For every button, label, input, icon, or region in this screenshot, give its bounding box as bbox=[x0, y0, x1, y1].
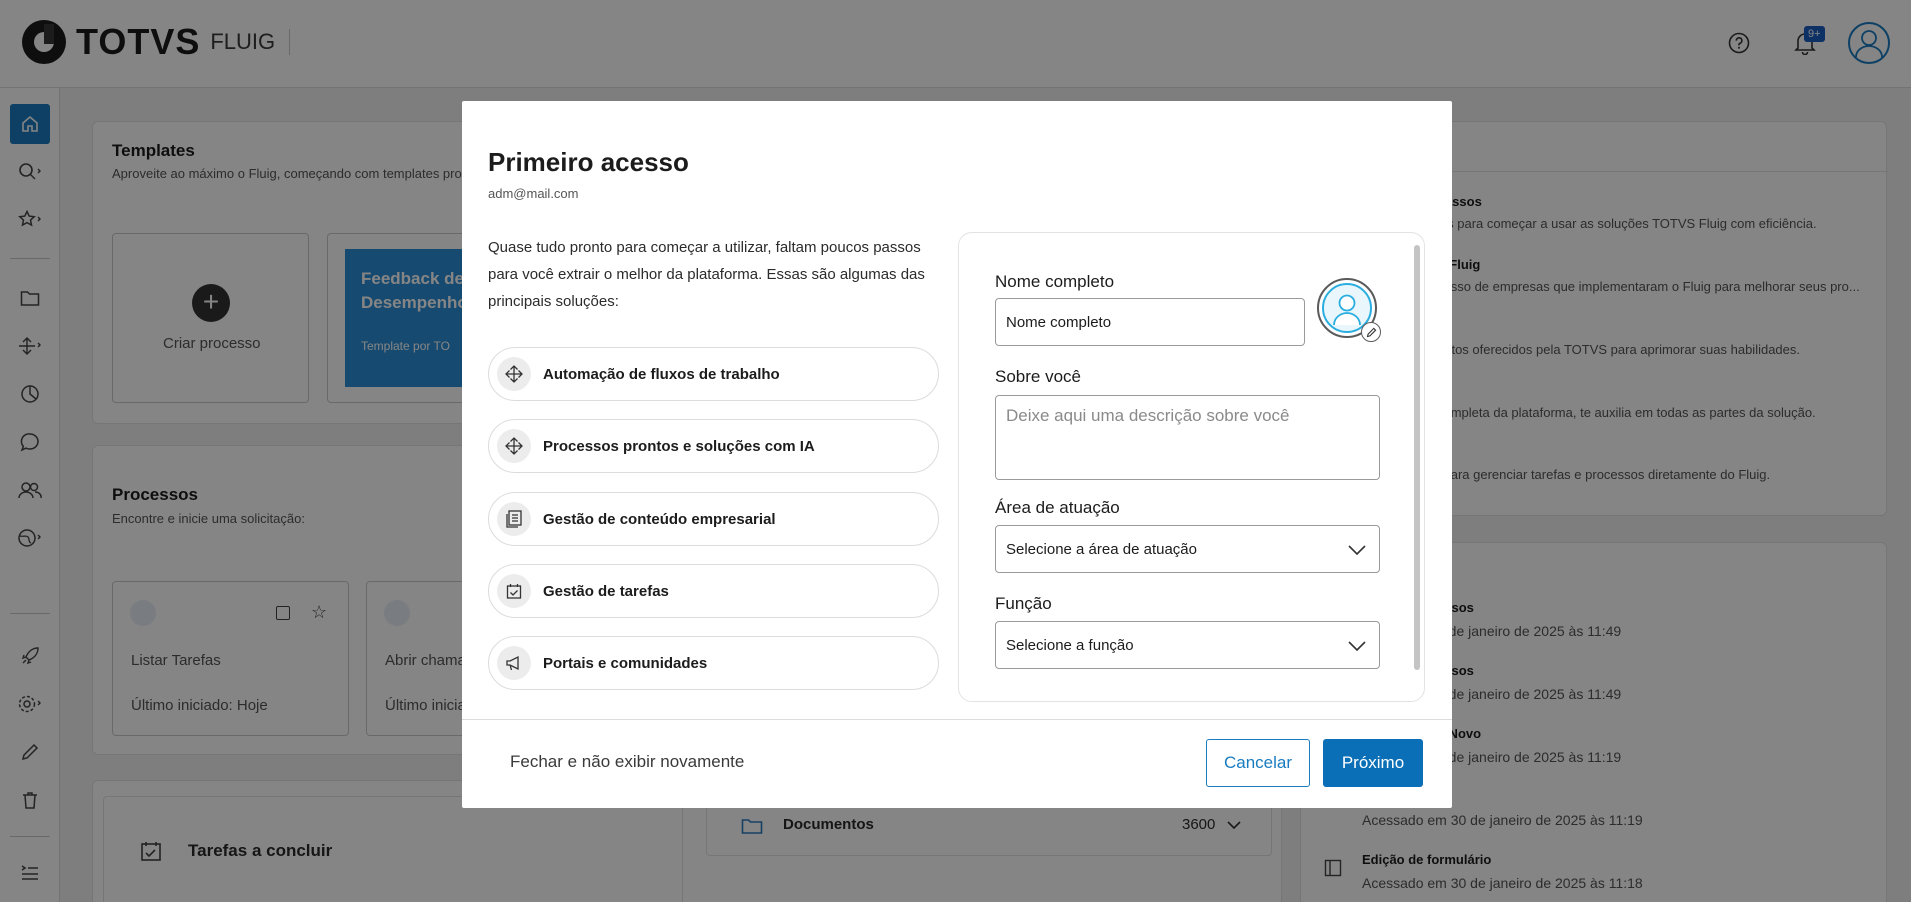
feature-item: Portais e comunidades bbox=[488, 636, 939, 690]
role-select[interactable]: Selecione a função bbox=[995, 621, 1380, 669]
documents-icon bbox=[497, 502, 531, 536]
name-label: Nome completo bbox=[995, 272, 1115, 291]
megaphone-icon bbox=[497, 646, 531, 680]
full-name-input[interactable] bbox=[995, 298, 1305, 346]
pencil-icon[interactable] bbox=[1361, 322, 1381, 342]
role-label: Função bbox=[995, 594, 1052, 613]
area-label: Área de atuação bbox=[995, 498, 1120, 517]
area-select-value: Selecione a área de atuação bbox=[1006, 540, 1197, 558]
feature-item: Gestão de tarefas bbox=[488, 564, 939, 618]
first-access-dialog: Primeiro acesso adm@mail.com Quase tudo … bbox=[462, 101, 1452, 808]
feature-item: Gestão de conteúdo empresarial bbox=[488, 492, 939, 546]
workflow-icon bbox=[497, 429, 531, 463]
role-select-value: Selecione a função bbox=[1006, 636, 1134, 654]
workflow-icon bbox=[497, 357, 531, 391]
area-select[interactable]: Selecione a área de atuação bbox=[995, 525, 1380, 573]
dialog-title: Primeiro acesso bbox=[488, 147, 689, 177]
user-email: adm@mail.com bbox=[488, 186, 579, 201]
feature-item: Automação de fluxos de trabalho bbox=[488, 347, 939, 401]
about-textarea[interactable] bbox=[995, 395, 1380, 480]
task-check-icon bbox=[497, 574, 531, 608]
cancel-button[interactable]: Cancelar bbox=[1206, 739, 1310, 787]
feature-label: Automação de fluxos de trabalho bbox=[543, 365, 780, 383]
form-scrollbar[interactable] bbox=[1414, 245, 1420, 670]
intro-text: Quase tudo pronto para começar a utiliza… bbox=[488, 239, 925, 310]
feature-label: Gestão de conteúdo empresarial bbox=[543, 510, 776, 528]
feature-label: Gestão de tarefas bbox=[543, 582, 669, 600]
profile-photo-button[interactable] bbox=[1317, 278, 1381, 342]
chevron-down-icon bbox=[1348, 641, 1366, 652]
about-label: Sobre você bbox=[995, 367, 1081, 386]
dismiss-forever-link[interactable]: Fechar e não exibir novamente bbox=[510, 752, 744, 772]
next-button[interactable]: Próximo bbox=[1323, 739, 1423, 787]
feature-label: Processos prontos e soluções com IA bbox=[543, 437, 815, 455]
feature-label: Portais e comunidades bbox=[543, 654, 708, 672]
footer-divider bbox=[462, 719, 1452, 720]
chevron-down-icon bbox=[1348, 545, 1366, 556]
profile-form: Nome completo Sobre você Área de atuação… bbox=[958, 232, 1425, 702]
feature-item: Processos prontos e soluções com IA bbox=[488, 419, 939, 473]
